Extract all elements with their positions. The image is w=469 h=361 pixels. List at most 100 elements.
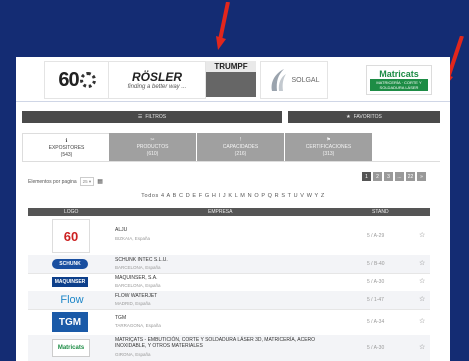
per-page-value: 25 — [82, 179, 88, 184]
star-icon: ★ — [346, 114, 351, 120]
page-button-last[interactable]: 22 — [406, 172, 415, 181]
table-row[interactable]: TGM TGM TARRAGONA, España 5 / A-34 ☆ — [28, 309, 430, 336]
gear-icon — [79, 72, 96, 88]
tab-certificaciones[interactable]: ⚑ CERTIFICACIONES (313) — [285, 133, 372, 161]
company-name[interactable]: FLOW WATERJET — [115, 293, 345, 299]
company-name[interactable]: MAQUINSER, S.A. — [115, 275, 345, 281]
sponsor-logo-matricats[interactable]: Matricats MATRICERÍA · CORTE Y SOLDADURA… — [366, 65, 432, 95]
solgal-swoosh-icon — [272, 69, 287, 91]
grid-icon[interactable]: ▦ — [97, 178, 103, 185]
company-stand: 5 / A-34 — [367, 319, 385, 325]
sponsor-logo-60-aniversario[interactable]: 60 — [44, 61, 110, 99]
company-stand: 5 / B-40 — [367, 261, 385, 267]
solgal-name: SOLGAL — [291, 76, 320, 84]
sponsor-banner: 60 RÖSLER finding a better way ... TRUMP… — [16, 57, 450, 102]
company-logo: SCHUNK — [52, 259, 88, 269]
tab-count: (313) — [322, 150, 335, 157]
alpha-letters[interactable]: 4 A B C D E F G H I J K L M N O P Q R S … — [161, 193, 325, 199]
page-button-1[interactable]: 1 — [362, 172, 371, 181]
red-arrow-icon — [216, 2, 230, 50]
company-name[interactable]: ALJU — [115, 227, 345, 233]
sponsor-logo-trumpf[interactable]: TRUMPF — [206, 61, 256, 97]
per-page-control: Elementos por pagina 25 ▾ ▦ — [28, 177, 103, 186]
table-row[interactable]: Matricats MATRIÇATS - EMBUTICIÓN, CORTE … — [28, 335, 430, 361]
pagination: 1 2 3 ... 22 » — [362, 172, 426, 181]
page-button-2[interactable]: 2 — [373, 172, 382, 181]
info-icon: ℹ — [65, 137, 68, 144]
favorite-star-icon[interactable]: ☆ — [419, 259, 425, 267]
company-logo-text: TGM — [58, 316, 82, 328]
exhibitor-directory-panel: 60 RÖSLER finding a better way ... TRUMP… — [16, 57, 450, 361]
company-location: BARCELONA, España — [115, 283, 161, 288]
tab-label: EXPOSITORES — [48, 144, 85, 151]
company-name[interactable]: MATRIÇATS - EMBUTICIÓN, CORTE Y SOLDADUR… — [115, 337, 345, 349]
company-location: GIRONA, España — [115, 352, 151, 357]
banner-divider — [16, 101, 450, 102]
company-location: BIZKAIA, España — [115, 236, 151, 241]
tab-count: (610) — [146, 150, 159, 157]
table-row[interactable]: 60 ALJU BIZKAIA, España 5 / A-29 ☆ — [28, 216, 430, 256]
favorites-label: FAVORITOS — [353, 114, 382, 120]
tab-count: (216) — [234, 150, 247, 157]
sponsor-logo-rosler[interactable]: RÖSLER finding a better way ... — [108, 61, 206, 99]
rosler-tagline: finding a better way ... — [127, 84, 187, 90]
tab-label: CERTIFICACIONES — [305, 143, 352, 150]
company-logo-text: Matricats — [57, 345, 85, 351]
tab-productos[interactable]: ✂ PRODUCTOS (610) — [109, 133, 196, 161]
company-logo: Flow — [52, 293, 92, 307]
company-logo-text: SCHUNK — [59, 261, 81, 267]
company-stand: 5 / 1-47 — [367, 297, 384, 303]
col-stand: STAND — [372, 209, 389, 215]
tab-label: CAPACIDADES — [222, 143, 259, 150]
matricats-strip: MATRICERÍA · CORTE Y SOLDADURA LÁSER — [370, 79, 428, 91]
favorite-star-icon[interactable]: ☆ — [419, 295, 425, 303]
tab-expositores[interactable]: ℹ EXPOSITORES (543) — [22, 133, 111, 162]
company-logo: MAQUINSER — [52, 277, 88, 287]
per-page-select[interactable]: 25 ▾ — [79, 177, 95, 186]
company-stand: 5 / A-30 — [367, 279, 385, 285]
tab-underline — [22, 161, 440, 162]
company-logo-text: Flow — [60, 294, 84, 306]
table-row[interactable]: SCHUNK SCHUNK INTEC S.L.U. BARCELONA, Es… — [28, 255, 430, 274]
favorite-star-icon[interactable]: ☆ — [419, 277, 425, 285]
favorites-button[interactable]: ★ FAVORITOS — [288, 111, 440, 123]
table-row[interactable]: MAQUINSER MAQUINSER, S.A. BARCELONA, Esp… — [28, 273, 430, 292]
alpha-all-link[interactable]: Todos — [141, 193, 159, 199]
company-location: MADRID, España — [115, 301, 151, 306]
page-button-3[interactable]: 3 — [384, 172, 393, 181]
favorite-star-icon[interactable]: ☆ — [419, 231, 425, 239]
company-logo: Matricats — [52, 339, 90, 357]
favorite-star-icon[interactable]: ☆ — [419, 317, 425, 325]
company-location: BARCELONA, España — [115, 265, 161, 270]
tab-capacidades[interactable]: ! CAPACIDADES (216) — [197, 133, 284, 161]
sponsor-logo-solgal[interactable]: SOLGAL — [260, 61, 328, 99]
tab-label: PRODUCTOS — [136, 143, 169, 150]
company-logo-text: MAQUINSER — [54, 279, 86, 285]
company-name[interactable]: TGM — [115, 315, 345, 321]
company-stand: 5 / A-29 — [367, 233, 385, 239]
list-icon: ☰ — [137, 114, 143, 120]
page-ellipsis: ... — [395, 172, 404, 181]
trumpf-name: TRUMPF — [206, 61, 256, 72]
alphabet-filter: Todos 4 A B C D E F G H I J K L M N O P … — [16, 193, 450, 199]
company-logo: TGM — [52, 312, 88, 332]
col-empresa: EMPRESA — [208, 209, 233, 215]
company-logo-text: 60 — [63, 228, 79, 244]
col-logo: LOGO — [64, 209, 79, 215]
favorite-star-icon[interactable]: ☆ — [419, 343, 425, 351]
rosler-name: RÖSLER — [131, 70, 182, 84]
filters-label: FILTROS — [145, 114, 167, 120]
company-logo: 60 — [52, 219, 90, 253]
filters-button[interactable]: ☰ FILTROS — [22, 111, 282, 123]
tools-icon: ✂ — [150, 136, 155, 143]
company-name[interactable]: SCHUNK INTEC S.L.U. — [115, 257, 345, 263]
logo-60-text: 60 — [58, 68, 79, 91]
matricats-name: Matricats — [379, 69, 419, 79]
tab-count: (543) — [60, 151, 73, 158]
page-next-button[interactable]: » — [417, 172, 426, 181]
company-stand: 5 / A-30 — [367, 345, 385, 351]
company-location: TARRAGONA, España — [115, 323, 161, 328]
per-page-label: Elementos por pagina — [28, 178, 77, 185]
flag-icon: ⚑ — [326, 136, 331, 143]
table-row[interactable]: Flow FLOW WATERJET MADRID, España 5 / 1-… — [28, 291, 430, 310]
